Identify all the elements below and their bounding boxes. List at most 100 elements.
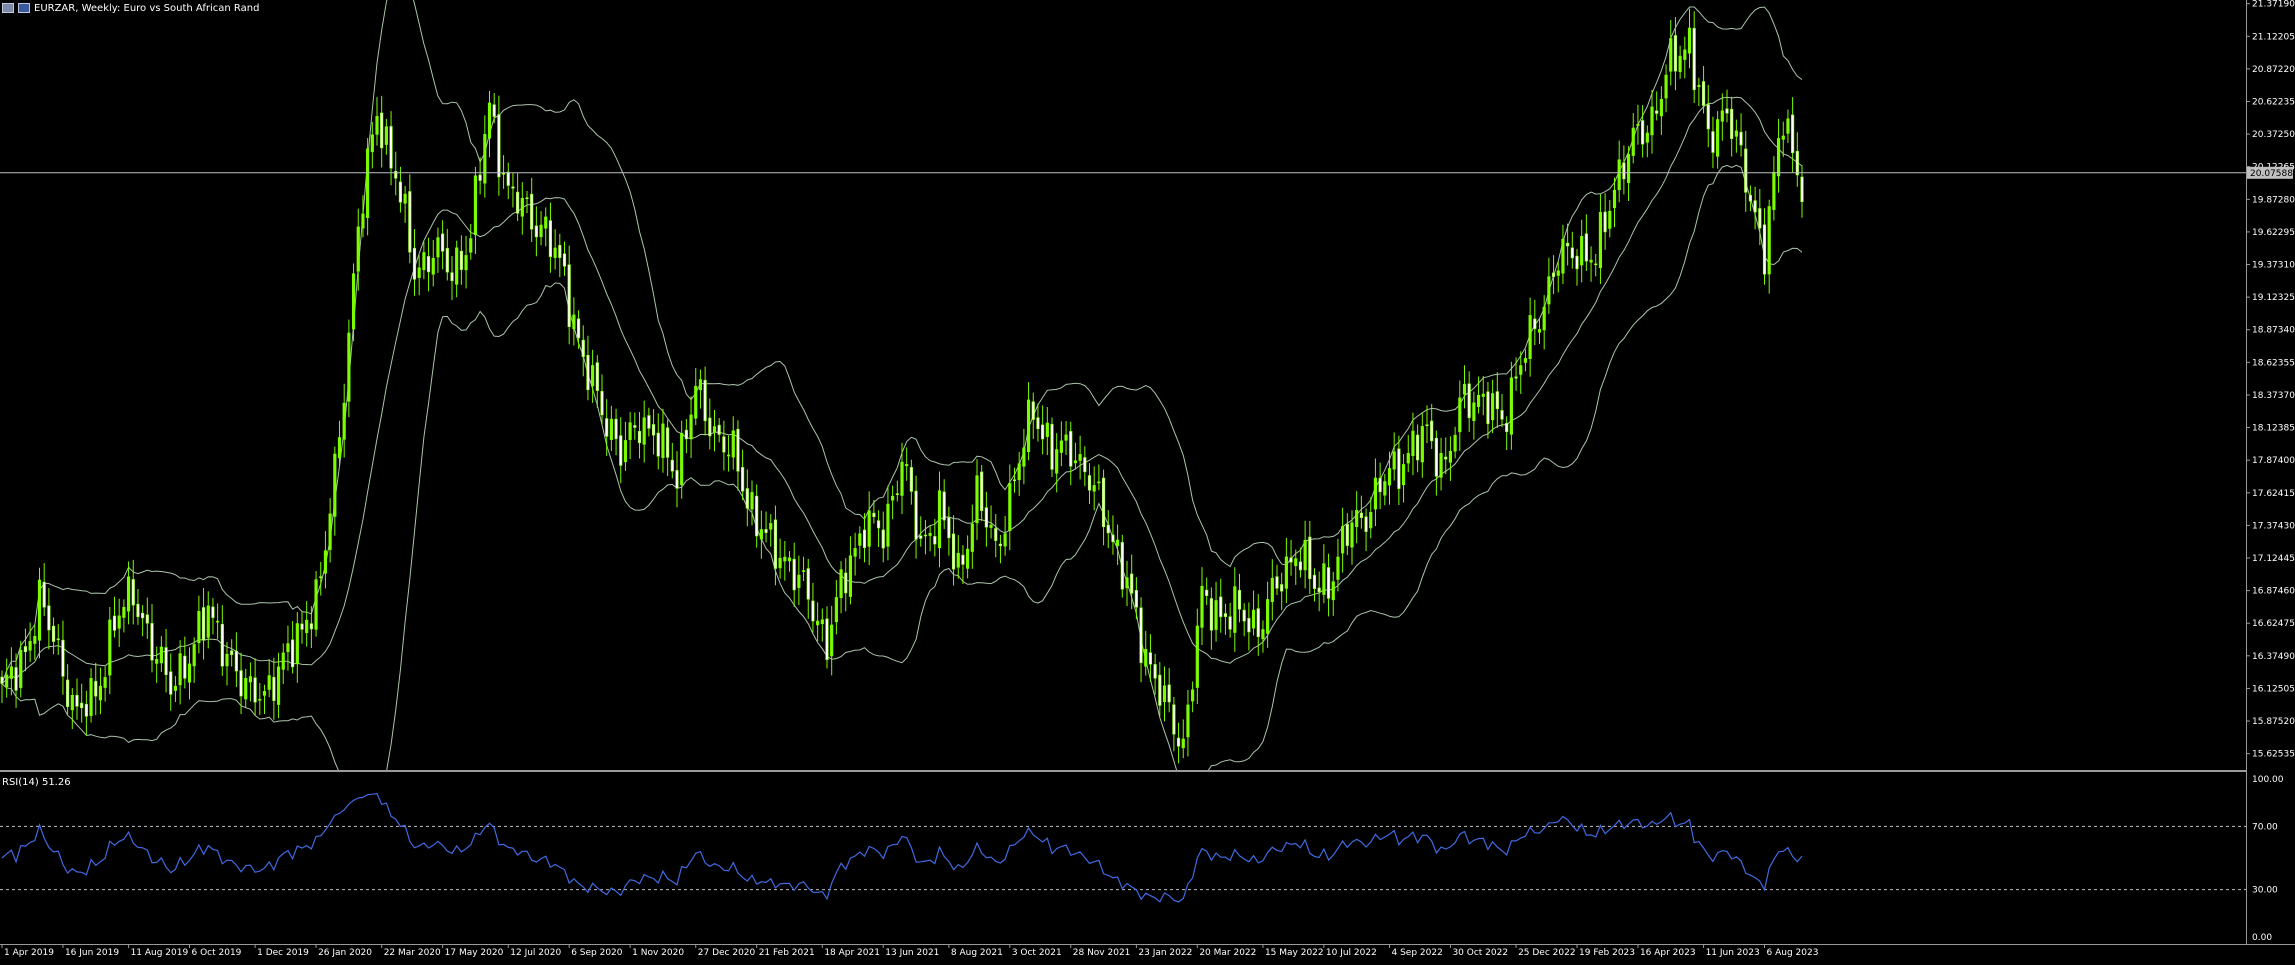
candle-body — [516, 191, 520, 214]
candle-body — [900, 461, 904, 496]
rsi-pane[interactable] — [0, 792, 2246, 903]
price-tick-label: 20.37250 — [2252, 130, 2295, 140]
candle-body — [1331, 581, 1335, 601]
candle-body — [1697, 84, 1701, 87]
candle-body — [1303, 539, 1307, 571]
chart-bars-icon[interactable] — [2, 3, 14, 13]
candle-body — [956, 552, 960, 568]
candle-body — [862, 529, 867, 548]
candle-body — [637, 430, 642, 444]
candle-body — [1570, 247, 1574, 259]
candle-body — [1256, 608, 1260, 638]
candle-body — [225, 653, 229, 667]
price-pane[interactable] — [0, 0, 2295, 945]
candle-body — [745, 488, 749, 509]
candle-body — [431, 257, 435, 275]
time-tick-label: 11 Jun 2023 — [1706, 948, 1760, 958]
candle-body — [1636, 124, 1640, 126]
candle-body — [56, 638, 60, 641]
price-tick-label: 17.37430 — [2252, 521, 2295, 531]
rsi-label: RSI(14) 51.26 — [2, 777, 71, 788]
candle-body — [1139, 607, 1143, 664]
candle-body — [1612, 189, 1617, 208]
candle-body — [731, 430, 735, 458]
candle-body — [1725, 108, 1729, 114]
candle-body — [975, 475, 979, 524]
candle-body — [150, 623, 154, 661]
candle-body — [333, 453, 337, 517]
candle-body — [1434, 437, 1438, 477]
time-tick-label: 12 Jul 2020 — [510, 948, 561, 958]
candle-body — [651, 424, 656, 436]
candle-body — [1162, 685, 1167, 703]
candle-body — [1664, 74, 1668, 99]
bollinger-middle — [1, 96, 1803, 684]
candle-body — [1111, 534, 1115, 543]
candle-body — [951, 533, 956, 570]
candle-body — [1683, 49, 1687, 60]
candle-body — [1275, 576, 1279, 589]
candle-body — [473, 175, 478, 236]
candle-body — [1191, 689, 1195, 702]
price-tick-label: 15.62535 — [2252, 750, 2295, 760]
candle-body — [1528, 315, 1532, 360]
candle-body — [726, 454, 731, 457]
candle-body — [1411, 430, 1415, 456]
candle-body — [703, 379, 707, 422]
candle-body — [881, 529, 885, 549]
candle-body — [834, 597, 838, 623]
time-tick-label: 1 Dec 2019 — [257, 948, 309, 958]
candle-body — [844, 572, 848, 594]
candle-body — [1008, 483, 1012, 531]
candle-body — [680, 432, 684, 485]
candle-body — [633, 425, 637, 428]
candle-body — [126, 576, 131, 612]
candle-body — [1055, 449, 1059, 474]
candle-body — [1350, 522, 1354, 548]
chart-title: EURZAR, Weekly: Euro vs South African Ra… — [34, 2, 260, 14]
candle-body — [1650, 106, 1654, 136]
candle-body — [1453, 434, 1457, 452]
time-tick-label: 6 Oct 2019 — [192, 948, 242, 958]
candle-body — [1251, 609, 1256, 629]
candle-body — [778, 557, 782, 569]
candle-body — [998, 543, 1003, 547]
candle-body — [1762, 224, 1767, 275]
candle-body — [0, 676, 4, 684]
candle-body — [445, 248, 449, 273]
current-price-label: 20.07588 — [2250, 169, 2293, 179]
candle-body — [1631, 127, 1635, 156]
price-tick-label: 19.12325 — [2252, 293, 2295, 303]
candle-body — [37, 579, 42, 641]
candle-body — [741, 467, 745, 492]
candle-body — [1622, 162, 1626, 180]
candle-body — [576, 318, 581, 339]
candle-body — [398, 181, 403, 203]
candle-body — [548, 220, 553, 258]
candle-body — [1645, 132, 1649, 143]
candle-body — [764, 529, 768, 533]
candle-body — [455, 247, 459, 285]
chart-canvas[interactable]: 21.37190 21.12205 20.87220 20.62235 20.37250… — [0, 0, 2295, 965]
candle-body — [1317, 587, 1321, 593]
candle-body — [84, 703, 88, 717]
time-tick-label: 22 Mar 2020 — [384, 948, 441, 958]
candle-body — [1359, 512, 1363, 518]
candle-body — [291, 639, 295, 668]
candle-body — [412, 247, 417, 280]
candle-body — [867, 510, 871, 547]
candle-body — [1017, 463, 1021, 481]
candle-body — [1294, 558, 1298, 567]
candle-body — [262, 691, 267, 696]
candle-body — [1519, 365, 1523, 375]
candle-body — [314, 579, 318, 630]
price-tick-label: 21.12205 — [2252, 32, 2295, 42]
chart-type-icon[interactable] — [18, 3, 30, 13]
candle-body — [19, 650, 23, 688]
candle-body — [14, 667, 18, 691]
rsi-tick-label: 0.00 — [2252, 933, 2272, 943]
candle-body — [94, 680, 98, 697]
candle-body — [1242, 609, 1246, 622]
time-tick-label: 15 May 2022 — [1265, 948, 1324, 958]
candle-body — [806, 568, 810, 600]
